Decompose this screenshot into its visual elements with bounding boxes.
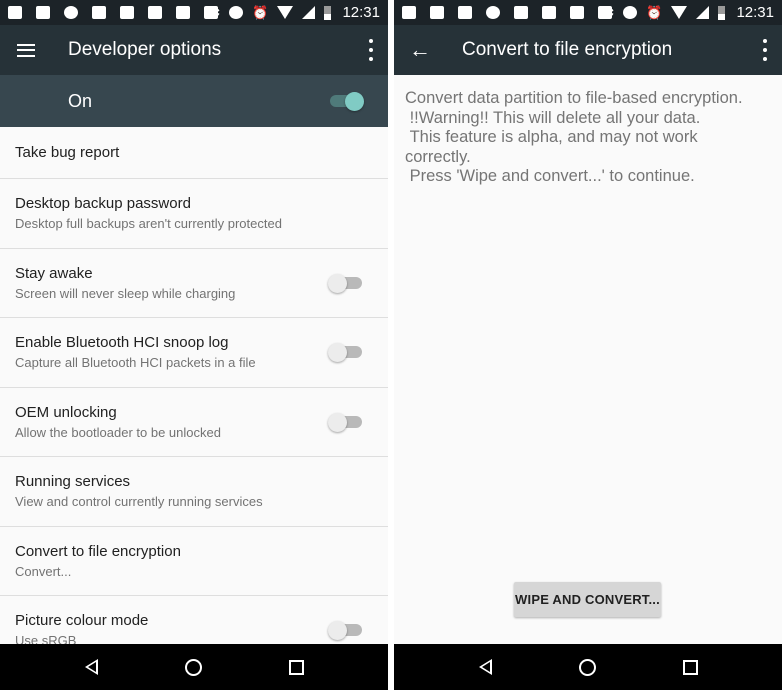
napster-icon [486, 6, 500, 19]
developer-options-master-switch[interactable]: On [0, 75, 388, 127]
status-bar: ✱ ⏰ 12:31 [0, 0, 388, 25]
calendar-icon [402, 6, 416, 19]
notification-icons [8, 6, 218, 19]
developer-options-screen: ✱ ⏰ 12:31 Developer options On Take bug … [0, 0, 388, 690]
clock: 12:31 [736, 4, 774, 21]
mail-check-icon [514, 6, 528, 19]
pref-title: Desktop backup password [15, 195, 191, 212]
clipboard-icon [176, 6, 190, 19]
clock: 12:31 [342, 4, 380, 21]
pref-stay-awake[interactable]: Stay awake Screen will never sleep while… [0, 249, 388, 318]
napster-icon [64, 6, 78, 19]
status-bar: ✱ ⏰ 12:31 [394, 0, 782, 25]
warning-message: Convert data partition to file-based enc… [405, 89, 743, 186]
back-icon [478, 659, 492, 675]
home-button[interactable] [568, 647, 608, 687]
page-title: Developer options [68, 39, 222, 60]
alarm-icon: ⏰ [252, 5, 269, 20]
gallery-icon [92, 6, 106, 19]
alarm-icon: ⏰ [646, 5, 663, 20]
do-not-disturb-icon [229, 6, 244, 19]
do-not-disturb-icon [623, 6, 638, 19]
more-options-button[interactable] [368, 39, 374, 61]
blank-app-icon [148, 6, 162, 19]
navigation-bar [394, 644, 782, 690]
bluetooth-icon: ✱ [209, 5, 221, 20]
bluetooth-hci-toggle[interactable] [328, 342, 364, 362]
home-icon [185, 658, 203, 676]
system-icons: ✱ ⏰ 12:31 [603, 0, 774, 25]
battery-icon [324, 5, 332, 20]
signal-icon [696, 6, 710, 19]
mail-check-icon [120, 6, 134, 19]
home-button[interactable] [174, 647, 214, 687]
back-button[interactable] [465, 647, 505, 687]
app-toolbar: ← Convert to file encryption [394, 25, 782, 75]
page-title: Convert to file encryption [462, 39, 673, 60]
menu-button[interactable] [0, 25, 52, 75]
pref-oem-unlocking[interactable]: OEM unlocking Allow the bootloader to be… [0, 388, 388, 457]
back-navigation-button[interactable]: ← [394, 25, 446, 75]
home-icon [579, 658, 597, 676]
blank-app-icon [542, 6, 556, 19]
recents-button[interactable] [671, 647, 711, 687]
wifi-icon [277, 6, 294, 19]
back-arrow-icon: ← [409, 37, 431, 62]
navigation-bar [0, 644, 388, 690]
master-switch-label: On [68, 90, 93, 111]
picture-colour-mode-toggle[interactable] [328, 620, 364, 640]
app-toolbar: Developer options [0, 25, 388, 75]
system-icons: ✱ ⏰ 12:31 [209, 0, 380, 25]
menu-icon [17, 43, 35, 57]
pref-summary: Desktop full backups aren't currently pr… [15, 216, 282, 231]
wifi-icon [671, 6, 688, 19]
wipe-and-convert-button[interactable]: WIPE AND CONVERT... [514, 582, 661, 617]
recents-icon [289, 659, 305, 675]
oem-unlocking-toggle[interactable] [328, 412, 364, 432]
clipboard-icon [570, 6, 584, 19]
gallery-icon [458, 6, 472, 19]
pref-title: Running services [15, 473, 131, 490]
stay-awake-toggle[interactable] [328, 273, 364, 293]
pref-title: Take bug report [15, 144, 120, 161]
battery-icon [718, 5, 726, 20]
recents-button[interactable] [277, 647, 317, 687]
pref-summary: View and control currently running servi… [15, 494, 263, 509]
preference-list: Take bug report Desktop backup password … [0, 127, 388, 666]
pref-convert-to-file-encryption[interactable]: Convert to file encryption Convert... [0, 527, 388, 596]
pref-bluetooth-hci-snoop-log[interactable]: Enable Bluetooth HCI snoop log Capture a… [0, 318, 388, 388]
bluetooth-icon: ✱ [603, 5, 615, 20]
recents-icon [683, 659, 699, 675]
pref-summary: Convert... [15, 563, 72, 579]
pref-running-services[interactable]: Running services View and control curren… [0, 457, 388, 527]
notification-icons [402, 6, 612, 19]
tablet-icon [36, 6, 50, 19]
pref-title: Convert to file encryption [15, 542, 181, 560]
pref-take-bug-report[interactable]: Take bug report [0, 127, 388, 179]
more-vert-icon [763, 39, 767, 43]
more-options-button[interactable] [762, 39, 768, 61]
tablet-icon [430, 6, 444, 19]
back-button[interactable] [71, 647, 111, 687]
pref-desktop-backup-password[interactable]: Desktop backup password Desktop full bac… [0, 179, 388, 249]
more-vert-icon [369, 39, 373, 43]
master-toggle[interactable] [328, 91, 364, 111]
back-icon [84, 659, 98, 675]
convert-encryption-screen: ✱ ⏰ 12:31 ← Convert to file encryption C… [394, 0, 782, 690]
calendar-icon [8, 6, 22, 19]
signal-icon [302, 6, 316, 19]
